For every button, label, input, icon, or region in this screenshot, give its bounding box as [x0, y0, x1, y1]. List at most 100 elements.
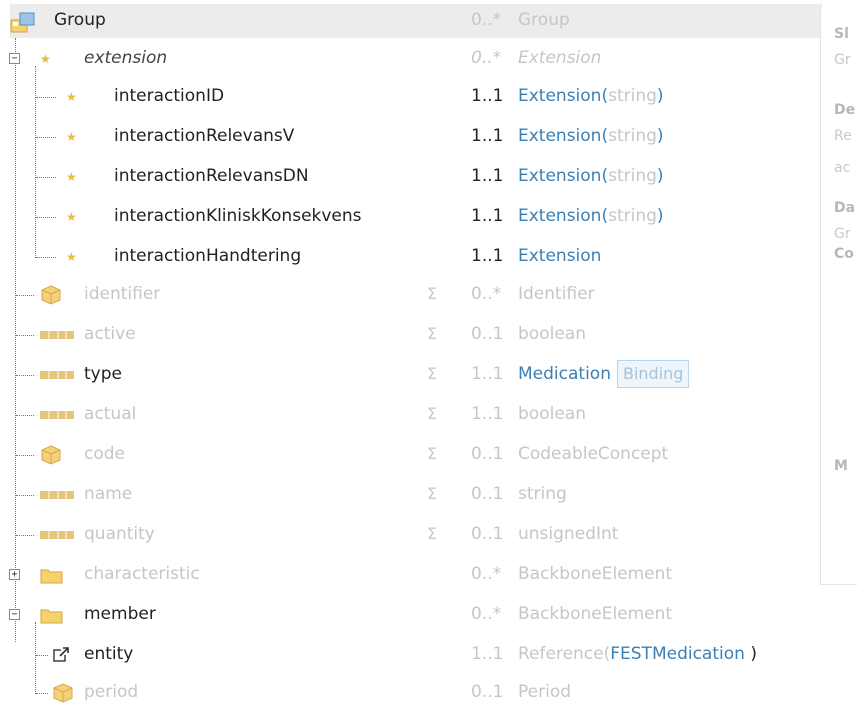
primitive-icon	[40, 371, 74, 379]
element-name: interactionRelevansV	[114, 126, 295, 146]
tree-branch	[16, 295, 34, 296]
element-type[interactable]: BackboneElement	[518, 596, 672, 636]
paren: )	[656, 166, 664, 186]
cardinality: 1..1	[471, 644, 504, 664]
type-link[interactable]: Medication	[518, 364, 611, 384]
element-name: interactionRelevansDN	[114, 166, 309, 186]
type-param[interactable]: string	[608, 206, 657, 226]
primitive-icon	[40, 331, 74, 339]
tree-row-interactionRelevansDN[interactable]: ★ interactionRelevansDN 1..1 Extension(s…	[0, 158, 822, 198]
element-type[interactable]: unsignedInt	[518, 516, 618, 556]
folder-icon	[40, 569, 63, 584]
detail-text: Gr	[834, 226, 851, 242]
tree-branch	[16, 535, 34, 536]
cardinality: 0..*	[471, 10, 502, 30]
element-type-group: Extension(string)	[518, 78, 664, 118]
cardinality: 1..1	[471, 206, 504, 226]
tree-row-active[interactable]: active Σ 0..1 boolean	[0, 316, 822, 356]
binding-button[interactable]: Binding	[616, 360, 690, 388]
tree-row-actual[interactable]: actual Σ 1..1 boolean	[0, 396, 822, 436]
tree-row-entity[interactable]: entity 1..1 Reference(FESTMedication )	[0, 636, 822, 676]
type-param[interactable]: string	[608, 126, 657, 146]
cardinality: 1..1	[471, 404, 504, 424]
element-name: interactionID	[114, 86, 225, 106]
element-type-group: Extension(string)	[518, 158, 664, 198]
element-type: Group	[518, 10, 570, 30]
star-extension-icon: ★	[40, 52, 51, 66]
element-name: interactionHandtering	[114, 246, 302, 266]
element-type[interactable]: boolean	[518, 396, 586, 436]
element-name: period	[84, 682, 139, 702]
collapse-toggle-icon[interactable]: −	[9, 609, 20, 620]
element-type-group: Reference(FESTMedication )	[518, 636, 757, 676]
primitive-icon	[40, 411, 74, 419]
detail-side-panel: Sl Gr De Re ac Da Gr Co M	[820, 10, 857, 585]
element-type-group: Medication Binding	[518, 356, 690, 396]
tree-row-name[interactable]: name Σ 0..1 string	[0, 476, 822, 516]
type-link[interactable]: Extension	[518, 166, 601, 186]
collapse-toggle-icon[interactable]: −	[9, 53, 20, 64]
element-type[interactable]: string	[518, 476, 567, 516]
summary-sigma: Σ	[427, 524, 438, 543]
detail-label: De	[834, 102, 856, 118]
summary-sigma: Σ	[427, 404, 438, 423]
detail-label: Da	[834, 200, 856, 216]
tree-row-interactionKliniskKonsekvens[interactable]: ★ interactionKliniskKonsekvens 1..1 Exte…	[0, 198, 822, 238]
cardinality: 0..*	[471, 284, 502, 304]
type-link[interactable]: Extension	[518, 86, 601, 106]
tree-row-code[interactable]: code Σ 0..1 CodeableConcept	[0, 436, 822, 476]
element-name: name	[84, 484, 133, 504]
cardinality: 1..1	[471, 126, 504, 146]
tree-row-group[interactable]: Group 0..* Group	[0, 2, 822, 42]
cube-datatype-icon	[41, 285, 61, 305]
tree-row-period[interactable]: period 0..1 Period	[0, 674, 822, 714]
element-type-group: Extension(string)	[518, 198, 664, 238]
type-param[interactable]: string	[608, 86, 657, 106]
detail-label: M	[834, 458, 848, 474]
tree-row-extension[interactable]: − ★ extension 0..* Extension	[0, 40, 822, 80]
type-link[interactable]: Extension	[518, 206, 601, 226]
element-type[interactable]: CodeableConcept	[518, 436, 668, 476]
tree-row-interactionRelevansV[interactable]: ★ interactionRelevansV 1..1 Extension(st…	[0, 118, 822, 158]
type-link[interactable]: Extension	[518, 238, 601, 278]
tree-branch	[16, 495, 34, 496]
tree-row-member[interactable]: − member 0..* BackboneElement	[0, 596, 822, 636]
tree-row-quantity[interactable]: quantity Σ 0..1 unsignedInt	[0, 516, 822, 556]
element-type-group: Extension(string)	[518, 118, 664, 158]
tree-row-identifier[interactable]: identifier Σ 0..* Identifier	[0, 276, 822, 316]
tree-branch	[16, 335, 34, 336]
tree-row-characteristic[interactable]: + characteristic 0..* BackboneElement	[0, 556, 822, 596]
element-name: active	[84, 324, 136, 344]
detail-text: ac	[834, 160, 851, 176]
summary-sigma: Σ	[427, 484, 438, 503]
element-type[interactable]: Identifier	[518, 276, 595, 316]
paren: )	[656, 126, 664, 146]
paren: )	[656, 86, 664, 106]
tree-branch	[36, 217, 56, 218]
type-link[interactable]: Reference	[518, 644, 604, 664]
element-type[interactable]: BackboneElement	[518, 556, 672, 596]
tree-row-interactionID[interactable]: ★ interactionID 1..1 Extension(string)	[0, 78, 822, 118]
tree-branch	[16, 415, 34, 416]
expand-toggle-icon[interactable]: +	[9, 569, 20, 580]
paren: )	[656, 206, 664, 226]
element-type[interactable]: Period	[518, 674, 571, 714]
tree-row-type[interactable]: type Σ 1..1 Medication Binding	[0, 356, 822, 396]
element-type[interactable]: boolean	[518, 316, 586, 356]
tree-branch	[36, 137, 56, 138]
element-name: interactionKliniskKonsekvens	[114, 206, 362, 226]
reference-icon	[53, 647, 69, 662]
tree-branch	[36, 177, 56, 178]
element-name: entity	[84, 644, 134, 664]
type-param[interactable]: string	[608, 166, 657, 186]
element-name: characteristic	[84, 564, 200, 584]
profile-link[interactable]: FESTMedication	[610, 644, 745, 664]
detail-label: Sl	[834, 26, 849, 42]
star-extension-icon: ★	[66, 170, 77, 184]
type-link[interactable]: Extension	[518, 126, 601, 146]
star-extension-icon: ★	[66, 250, 77, 264]
summary-sigma: Σ	[427, 444, 438, 463]
structure-tree: Group 0..* Group − ★ extension 0..* Exte…	[0, 0, 822, 706]
tree-row-interactionHandtering[interactable]: ★ interactionHandtering 1..1 Extension	[0, 238, 822, 278]
cardinality: 0..1	[471, 324, 504, 344]
